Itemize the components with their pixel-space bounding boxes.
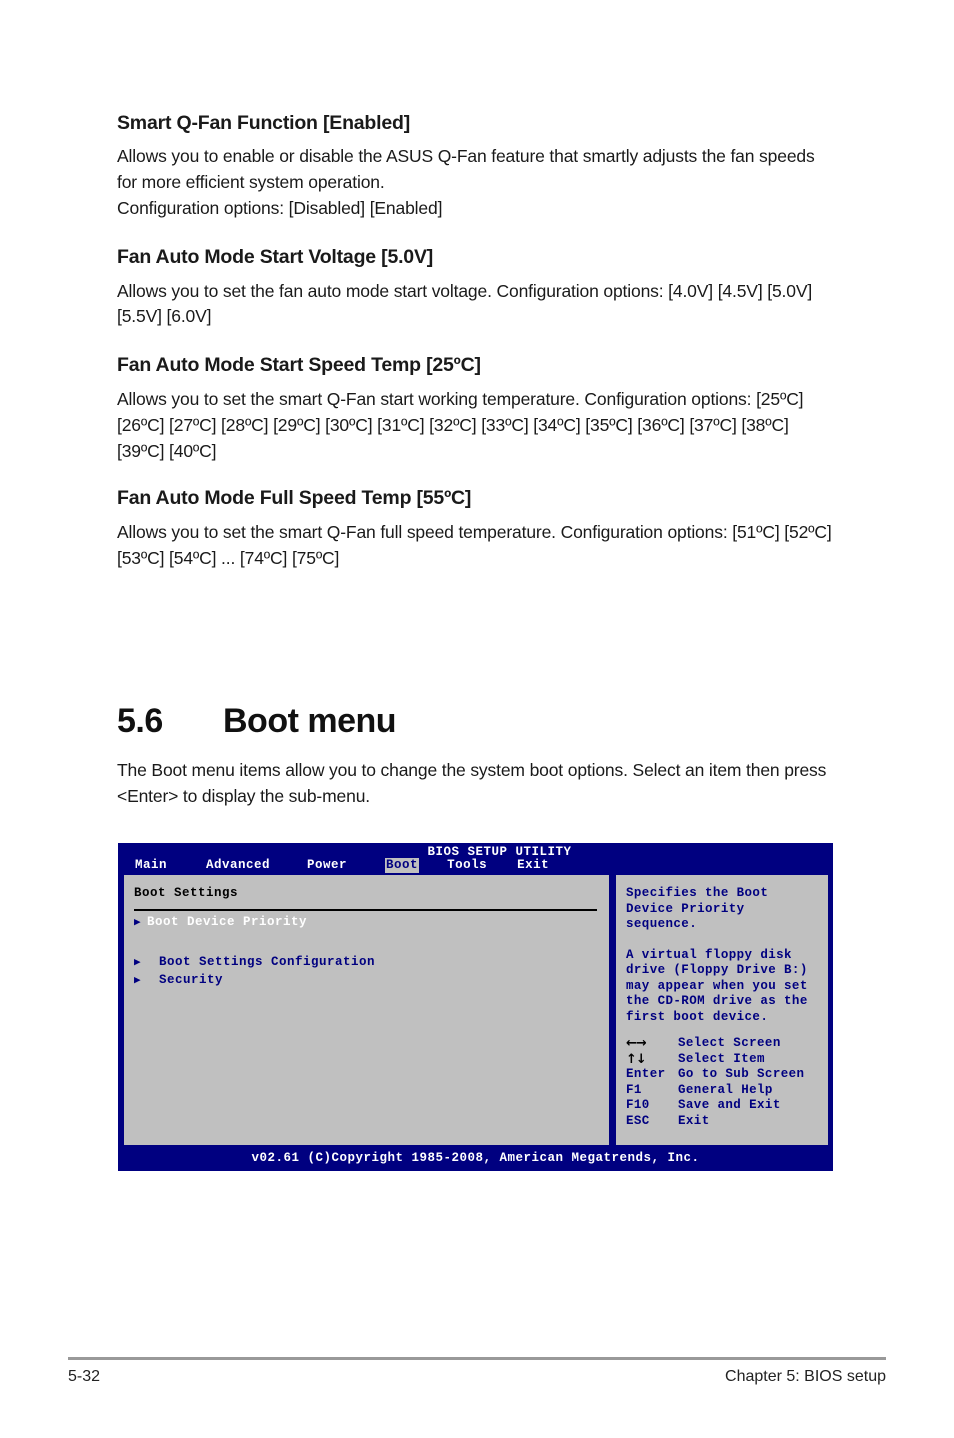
topic-body: Allows you to set the smart Q-Fan start …: [117, 388, 804, 461]
left-right-arrow-icon: ←→: [626, 1036, 647, 1051]
heading-divider: [134, 909, 597, 911]
menu-item-label: Boot Settings Configuration: [159, 955, 376, 969]
topic-fan-auto-start-speed-temp: Fan Auto Mode Start Speed Temp [25ºC] Al…: [117, 354, 833, 464]
tab-main[interactable]: Main: [134, 858, 168, 873]
tab-advanced[interactable]: Advanced: [205, 858, 271, 873]
menu-item-boot-device-priority[interactable]: ▶ Boot Device Priority: [134, 915, 599, 933]
help-paragraph-secondary: A virtual floppy disk drive (Floppy Driv…: [626, 947, 808, 1024]
bios-key-legend: ←→ Select Screen ↑↓ Select Item Enter Go…: [626, 1036, 804, 1129]
legend-row-enter: Enter Go to Sub Screen: [626, 1067, 804, 1083]
legend-desc: Exit: [678, 1113, 710, 1128]
menu-item-label: Security: [159, 973, 224, 987]
legend-key: Enter: [626, 1067, 666, 1081]
legend-row-esc: ESC Exit: [626, 1114, 804, 1130]
menu-item-security[interactable]: ▶ Security: [134, 973, 599, 991]
bios-settings-panel: Boot Settings ▶ Boot Device Priority ▶ B…: [122, 873, 611, 1147]
help-spacer: [626, 933, 818, 948]
legend-key: ESC: [626, 1113, 650, 1128]
help-paragraph-primary: Specifies the Boot Device Priority seque…: [626, 886, 769, 931]
menu-item-label: Boot Device Priority: [147, 915, 308, 929]
legend-desc: Go to Sub Screen: [678, 1067, 805, 1081]
tab-tools[interactable]: Tools: [446, 858, 488, 873]
topic-title: Fan Auto Mode Start Voltage [5.0V]: [117, 246, 434, 269]
boot-settings-heading: Boot Settings: [134, 886, 239, 900]
bios-titlebar: BIOS SETUP UTILITY Main Advanced Power B…: [118, 843, 833, 873]
bios-menu-tabs: Main Advanced Power Boot Tools Exit: [134, 858, 550, 873]
document-body: Smart Q-Fan Function [Enabled] Allows yo…: [117, 112, 833, 597]
page-number: 5-32: [68, 1368, 101, 1385]
topic-fan-auto-start-voltage: Fan Auto Mode Start Voltage [5.0V] Allow…: [117, 246, 833, 330]
topic-title: Fan Auto Mode Start Speed Temp [25ºC]: [117, 354, 481, 377]
section-number: 5.6: [117, 702, 163, 740]
up-down-arrow-icon: ↑↓: [626, 1051, 647, 1067]
row-spacer: [134, 933, 599, 955]
legend-desc: Save and Exit: [678, 1098, 781, 1112]
tab-exit[interactable]: Exit: [516, 858, 550, 873]
topic-title: Smart Q-Fan Function [Enabled]: [117, 112, 411, 134]
legend-desc: Select Item: [678, 1051, 765, 1066]
legend-key: F10: [626, 1098, 650, 1112]
legend-desc: General Help: [678, 1082, 773, 1097]
bios-help-panel: Specifies the Boot Device Priority seque…: [614, 873, 830, 1147]
triangle-right-icon: ▶: [134, 957, 142, 969]
topic-body: Allows you to set the smart Q-Fan full s…: [117, 521, 832, 568]
topic-body: Allows you to set the fan auto mode star…: [117, 280, 813, 327]
footer-divider: [68, 1357, 886, 1360]
section-intro-text: The Boot menu items allow you to change …: [117, 760, 827, 806]
manual-page: Smart Q-Fan Function [Enabled] Allows yo…: [0, 0, 954, 1438]
bios-body: Boot Settings ▶ Boot Device Priority ▶ B…: [118, 873, 833, 1147]
legend-row-select-screen: ←→ Select Screen: [626, 1036, 804, 1052]
topic-title: Fan Auto Mode Full Speed Temp [55ºC]: [117, 487, 472, 510]
legend-row-f10: F10 Save and Exit: [626, 1098, 804, 1114]
legend-desc: Select Screen: [678, 1036, 781, 1050]
topic-smart-qfan-function: Smart Q-Fan Function [Enabled] Allows yo…: [117, 112, 833, 222]
section-heading: 5.6 Boot menu: [117, 702, 833, 741]
triangle-right-icon: ▶: [134, 975, 142, 987]
topic-fan-auto-full-speed-temp: Fan Auto Mode Full Speed Temp [55ºC] All…: [117, 487, 833, 571]
triangle-right-icon: ▶: [134, 917, 142, 929]
legend-key: F1: [626, 1082, 642, 1097]
topic-body: Allows you to enable or disable the ASUS…: [117, 146, 815, 219]
bios-setup-screenshot: BIOS SETUP UTILITY Main Advanced Power B…: [118, 843, 833, 1171]
bios-copyright-bar: v02.61 (C)Copyright 1985-2008, American …: [118, 1147, 833, 1171]
chapter-label: Chapter 5: BIOS setup: [725, 1368, 886, 1385]
menu-item-boot-settings-configuration[interactable]: ▶ Boot Settings Configuration: [134, 955, 599, 973]
tab-boot[interactable]: Boot: [385, 858, 420, 873]
section-title: Boot menu: [223, 702, 397, 740]
legend-row-f1: F1 General Help: [626, 1083, 804, 1099]
legend-row-select-item: ↑↓ Select Item: [626, 1052, 804, 1068]
tab-power[interactable]: Power: [306, 858, 348, 873]
